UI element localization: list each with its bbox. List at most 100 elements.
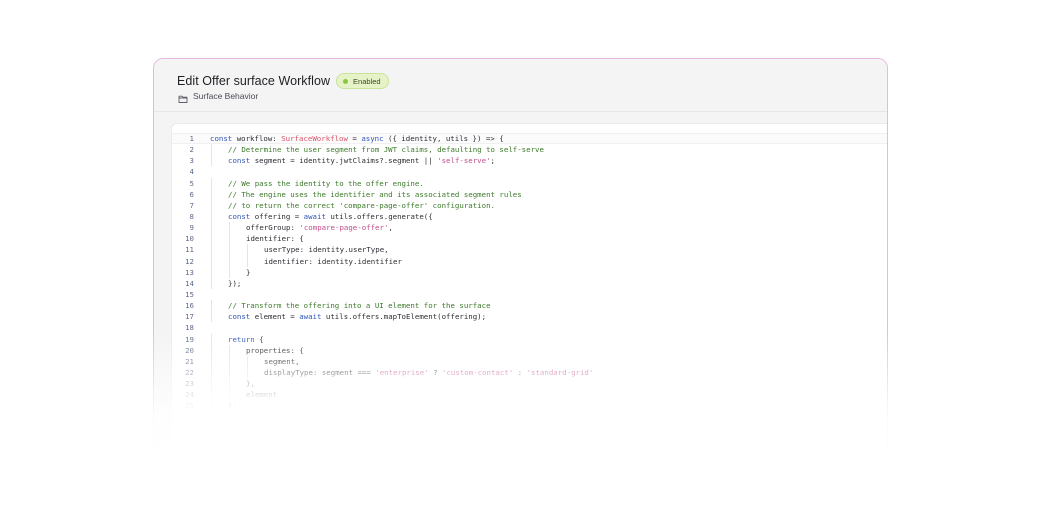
code-line[interactable]: 16 // Transform the offering into a UI el… [172,300,887,312]
title-row: Edit Offer surface Workflow Enabled [177,73,389,89]
code-token: element = [250,312,300,322]
indent-guide [211,400,212,412]
line-number: 14 [185,278,194,288]
line-number: 13 [185,267,194,277]
code-line[interactable]: 13} [172,266,887,278]
code-line[interactable]: 11 userType: identity.userType, [172,244,887,256]
code-token: segment, [264,356,300,366]
page-title: Edit Offer surface Workflow [177,74,331,88]
code-editor[interactable]: 1 const workflow: SurfaceWorkflow = async… [171,123,887,457]
code-token: 'custom-contact' [442,367,514,377]
code-text: // We pass the identity to the offer eng… [228,178,424,189]
indent-guide [229,378,230,390]
code-line[interactable]: 20 properties: { [172,344,887,356]
line-number: 6 [189,189,194,199]
code-text: const offering = await utils.offers.gene… [228,211,433,222]
code-text: const element = await utils.offers.mapTo… [228,311,486,322]
line-number: 11 [185,245,194,255]
code-text: }, [246,378,255,389]
code-token: 'standard-grid' [526,367,594,377]
code-line[interactable]: 17 const element = await utils.offers.map… [172,311,887,323]
code-token: // The engine uses the identifier and it… [228,189,522,199]
status-badge: Enabled [336,73,389,89]
code-line[interactable]: 21 segment, [172,355,887,367]
code-text: element [246,389,277,400]
indent-guide [229,244,230,256]
code-text: offerGroup: 'compare-page-offer', [246,222,393,233]
indent-guide [211,355,212,367]
code-token: } [246,267,251,277]
code-text: displayType: segment === 'enterprise' ? … [264,367,593,378]
indent-guide [229,222,230,234]
code-text: // to return the correct 'compare-page-o… [228,200,495,211]
line-number: 7 [189,200,194,210]
code-text: }; [228,400,237,411]
workflow-editor-card: Edit Offer surface Workflow Enabled Surf… [153,58,888,458]
workflow-category[interactable]: Surface Behavior [193,91,258,101]
code-token: // to return the correct 'compare-page-o… [228,200,495,210]
indent-guide [211,244,212,256]
code-line[interactable]: 14}); [172,277,887,289]
code-text: return { [228,334,264,345]
code-token: displayType: segment === [264,367,376,377]
code-token: { [254,334,264,344]
folder-icon [178,91,188,103]
code-line[interactable]: 1 const workflow: SurfaceWorkflow = async… [172,133,887,145]
indent-guide [211,389,212,401]
code-line[interactable]: 25}; [172,400,887,412]
code-token: return [228,334,255,344]
indent-guide [211,177,212,189]
code-text: identifier: identity.identifier [264,256,402,267]
line-number: 8 [189,211,194,221]
code-token: : [513,367,527,377]
code-line[interactable]: 22 displayType: segment === 'enterprise' … [172,366,887,379]
indent-guide [211,155,212,167]
code-line[interactable]: 18 [172,322,887,333]
indent-guide [211,210,212,223]
code-line[interactable]: 24 element [172,389,887,401]
indent-guide [229,366,230,379]
code-line[interactable]: 6 // The engine uses the identifier and i… [172,188,887,200]
code-token: offering = [250,211,304,221]
line-number: 20 [185,345,194,355]
code-token: const [228,156,251,166]
code-line[interactable]: 19 return { [172,333,887,345]
code-text: // Transform the offering into a UI elem… [228,300,491,311]
code-token: utils.offers.generate({ [325,211,433,221]
code-token: 'self-serve' [437,156,491,166]
code-token: const [210,134,233,143]
code-token: }, [246,379,255,389]
code-text: }); [228,278,241,289]
code-token: element [246,390,278,400]
indent-guide [247,255,248,267]
code-token: identifier: identity.identifier [264,256,402,266]
code-token: const [228,312,251,322]
code-token: // Determine the user segment from JWT c… [228,145,544,155]
indent-guide [211,311,212,323]
indent-guide [229,389,230,401]
indent-guide [247,244,248,256]
line-number: 1 [189,134,194,143]
code-token: utils.offers.mapToElement(offering); [321,312,487,322]
code-token: 'enterprise' [375,367,429,377]
line-number: 21 [185,356,194,366]
code-text: } [246,267,250,278]
code-line[interactable]: 12 identifier: identity.identifier [172,255,887,267]
code-token: // We pass the identity to the offer eng… [228,178,424,188]
code-line[interactable]: 15 [172,289,887,300]
line-number: 16 [185,301,194,311]
code-token: identifier: { [246,234,304,244]
code-line[interactable]: 2 // Determine the user segment from JWT … [172,144,887,156]
code-line[interactable]: 4 [172,166,887,177]
code-line[interactable]: 23}, [172,378,887,390]
subtitle-row: Surface Behavior [178,91,258,103]
code-line[interactable]: 8 const offering = await utils.offers.gen… [172,210,887,223]
code-line[interactable]: 3 const segment = identity.jwtClaims?.seg… [172,155,887,167]
code-line[interactable]: 5 // We pass the identity to the offer en… [172,177,887,189]
code-token: SurfaceWorkflow [281,134,348,143]
code-line[interactable]: 10 identifier: { [172,233,887,245]
code-line[interactable]: 9 offerGroup: 'compare-page-offer', [172,222,887,234]
code-line[interactable]: 7 // to return the correct 'compare-page-… [172,199,887,211]
indent-guide [211,188,212,200]
code-text: // Determine the user segment from JWT c… [228,144,544,155]
